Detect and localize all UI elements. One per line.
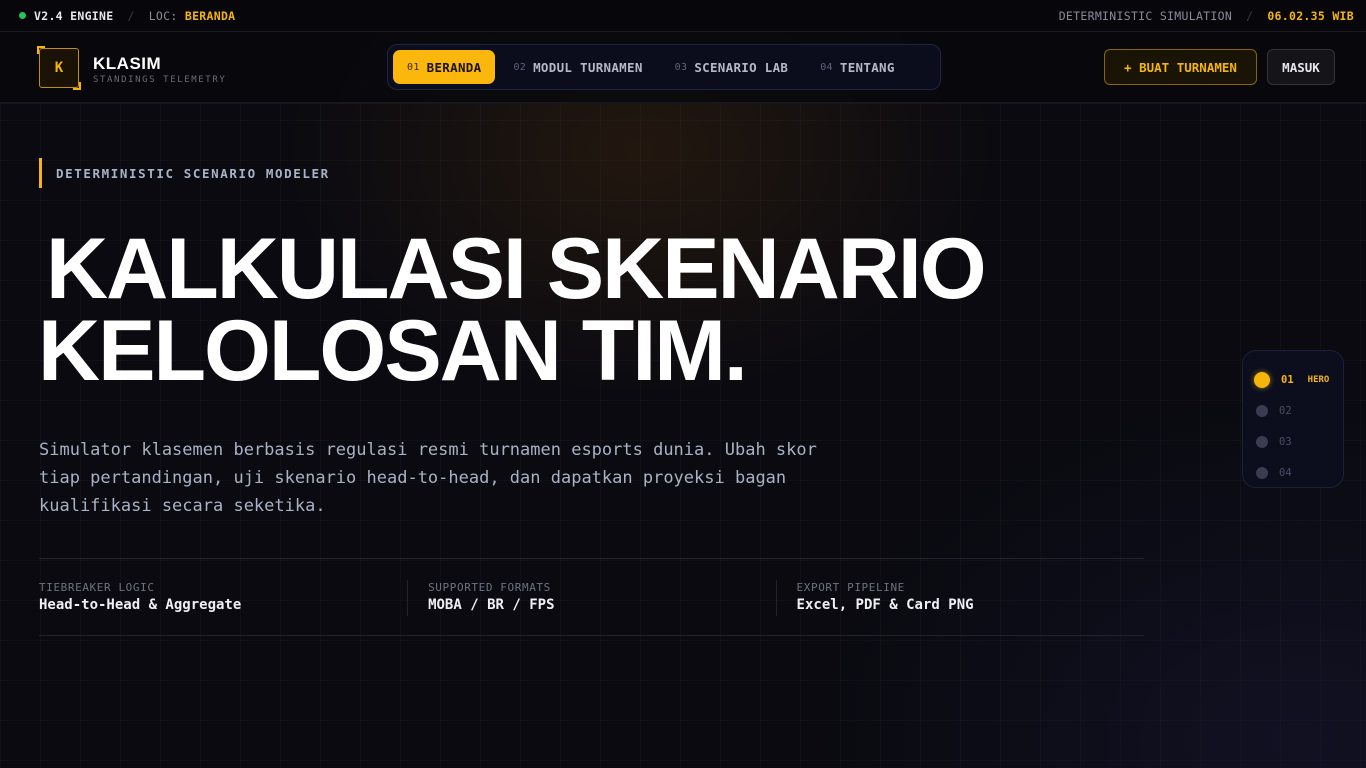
nav-item-label: TENTANG (839, 59, 895, 75)
nav-item-label: BERANDA (426, 59, 482, 75)
clock: 06.02.35 WIB (1267, 8, 1354, 23)
login-button[interactable]: MASUK (1267, 49, 1335, 85)
nav-item-number: 03 (674, 61, 688, 73)
engine-version: V2.4 ENGINE (34, 8, 114, 23)
simulation-mode: DETERMINISTIC SIMULATION (1058, 8, 1233, 23)
stat-label: EXPORT PIPELINE (796, 581, 905, 594)
progress-dot-icon (1256, 404, 1268, 417)
status-separator: / (127, 8, 135, 23)
nav-item-label: SCENARIO LAB (694, 59, 789, 75)
hero-title-line-1: KALKULASI SKENARIO (46, 221, 987, 317)
hero-title: KALKULASI SKENARIO KELOLOSAN TIM. (38, 221, 1138, 399)
hero-description: Simulator klasemen berbasis regulasi res… (39, 440, 817, 516)
progress-item-hero[interactable]: 01 HERO (1254, 364, 1331, 395)
engine-status: V2.4 ENGINE (19, 9, 113, 23)
stat-export: EXPORT PIPELINE Excel, PDF & Card PNG (775, 580, 1144, 616)
section-progress-nav: 01 HERO 02 03 04 (1242, 350, 1344, 488)
nav-item-number: 02 (513, 61, 527, 73)
location-value: BERANDA (184, 8, 236, 23)
status-separator: / (1246, 8, 1254, 23)
nav-item-label: MODUL TURNAMEN (533, 59, 643, 75)
stat-label: TIEBREAKER LOGIC (39, 581, 155, 594)
progress-item-04[interactable]: 04 (1255, 457, 1331, 488)
progress-dot-icon (1256, 466, 1268, 479)
create-tournament-button[interactable]: + BUAT TURNAMEN (1104, 49, 1257, 85)
nav-item-scenario-lab[interactable]: 03 SCENARIO LAB (661, 50, 803, 84)
site-header: K KLASIM STANDINGS TELEMETRY 01 BERANDA … (0, 32, 1366, 104)
nav-item-modul-turnamen[interactable]: 02 MODUL TURNAMEN (499, 50, 656, 84)
stat-value: Head-to-Head & Aggregate (39, 597, 242, 613)
stat-formats: SUPPORTED FORMATS MOBA / BR / FPS (407, 580, 775, 616)
stat-value: Excel, PDF & Card PNG (796, 597, 974, 613)
progress-number: 03 (1279, 435, 1292, 448)
nav-item-tentang[interactable]: 04 TENTANG (806, 50, 908, 84)
progress-dot-icon (1254, 371, 1270, 388)
progress-number: 04 (1279, 466, 1292, 479)
nav-item-number: 01 (407, 61, 420, 73)
stat-value: MOBA / BR / FPS (428, 597, 555, 613)
nav-item-number: 04 (820, 61, 833, 73)
progress-item-02[interactable]: 02 (1255, 395, 1331, 426)
progress-tag: HERO (1307, 374, 1330, 385)
brand-tagline: STANDINGS TELEMETRY (93, 75, 227, 85)
online-dot-icon (19, 12, 26, 19)
brand-name[interactable]: KLASIM (93, 54, 161, 74)
stat-label: SUPPORTED FORMATS (428, 581, 551, 594)
progress-number: 02 (1279, 404, 1292, 417)
main-nav: 01 BERANDA 02 MODUL TURNAMEN 03 SCENARIO… (387, 44, 941, 90)
logo-letter: K (54, 60, 64, 76)
status-bar: V2.4 ENGINE / LOC: BERANDA DETERMINISTIC… (0, 0, 1366, 32)
progress-dot-icon (1256, 435, 1268, 448)
stat-tiebreaker: TIEBREAKER LOGIC Head-to-Head & Aggregat… (39, 559, 407, 635)
hero-title-line-2: KELOLOSAN TIM. (38, 303, 748, 399)
hero-kicker: DETERMINISTIC SCENARIO MODELER (39, 158, 330, 188)
logo[interactable]: K (37, 46, 81, 90)
progress-number: 01 (1281, 373, 1294, 386)
nav-item-beranda[interactable]: 01 BERANDA (393, 50, 496, 84)
location-label: LOC: (148, 8, 178, 23)
feature-stats: TIEBREAKER LOGIC Head-to-Head & Aggregat… (39, 558, 1144, 636)
progress-item-03[interactable]: 03 (1255, 426, 1331, 457)
